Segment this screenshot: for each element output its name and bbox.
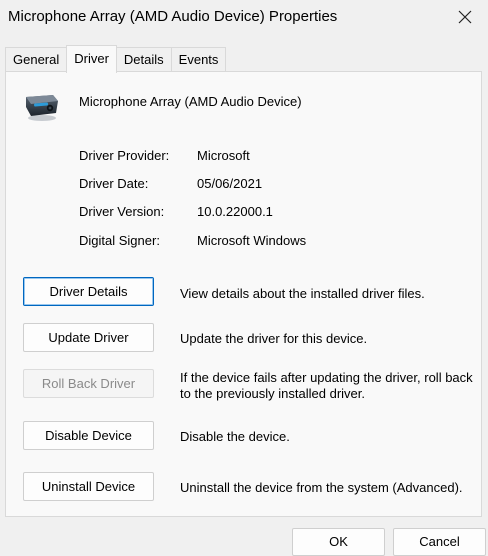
title-bar: Microphone Array (AMD Audio Device) Prop…: [0, 0, 488, 36]
tab-strip: General Driver Details Events: [5, 45, 227, 73]
microphone-array-icon: [26, 95, 58, 121]
roll-back-driver-button[interactable]: Roll Back Driver: [23, 369, 154, 398]
ok-button[interactable]: OK: [292, 528, 385, 556]
driver-date-label: Driver Date:: [79, 176, 149, 191]
window-title: Microphone Array (AMD Audio Device) Prop…: [8, 8, 338, 25]
close-button[interactable]: [442, 0, 488, 34]
close-icon: [458, 10, 472, 24]
driver-date-value: 05/06/2021: [197, 176, 263, 191]
tab-general[interactable]: General: [5, 47, 68, 72]
uninstall-device-button[interactable]: Uninstall Device: [23, 472, 154, 501]
tab-details[interactable]: Details: [115, 47, 172, 72]
properties-dialog: Microphone Array (AMD Audio Device) Prop…: [0, 0, 488, 556]
driver-provider-value: Microsoft: [197, 148, 250, 163]
cancel-button[interactable]: Cancel: [393, 528, 486, 556]
driver-version-label: Driver Version:: [79, 204, 165, 219]
tab-events[interactable]: Events: [170, 47, 227, 72]
driver-tab-panel: Microphone Array (AMD Audio Device) Driv…: [5, 71, 482, 517]
tab-driver[interactable]: Driver: [66, 45, 117, 73]
update-driver-button[interactable]: Update Driver: [23, 323, 154, 352]
disable-device-description: Disable the device.: [180, 429, 290, 444]
roll-back-driver-description: If the device fails after updating the d…: [180, 370, 473, 401]
driver-provider-label: Driver Provider:: [79, 148, 170, 163]
driver-details-description: View details about the installed driver …: [180, 286, 425, 301]
update-driver-description: Update the driver for this device.: [180, 331, 368, 346]
driver-version-value: 10.0.22000.1: [197, 204, 273, 219]
uninstall-device-description: Uninstall the device from the system (Ad…: [180, 480, 463, 495]
digital-signer-value: Microsoft Windows: [197, 233, 307, 248]
device-name: Microphone Array (AMD Audio Device): [79, 94, 302, 109]
disable-device-button[interactable]: Disable Device: [23, 421, 154, 450]
digital-signer-label: Digital Signer:: [79, 233, 160, 248]
driver-details-button[interactable]: Driver Details: [23, 277, 154, 306]
